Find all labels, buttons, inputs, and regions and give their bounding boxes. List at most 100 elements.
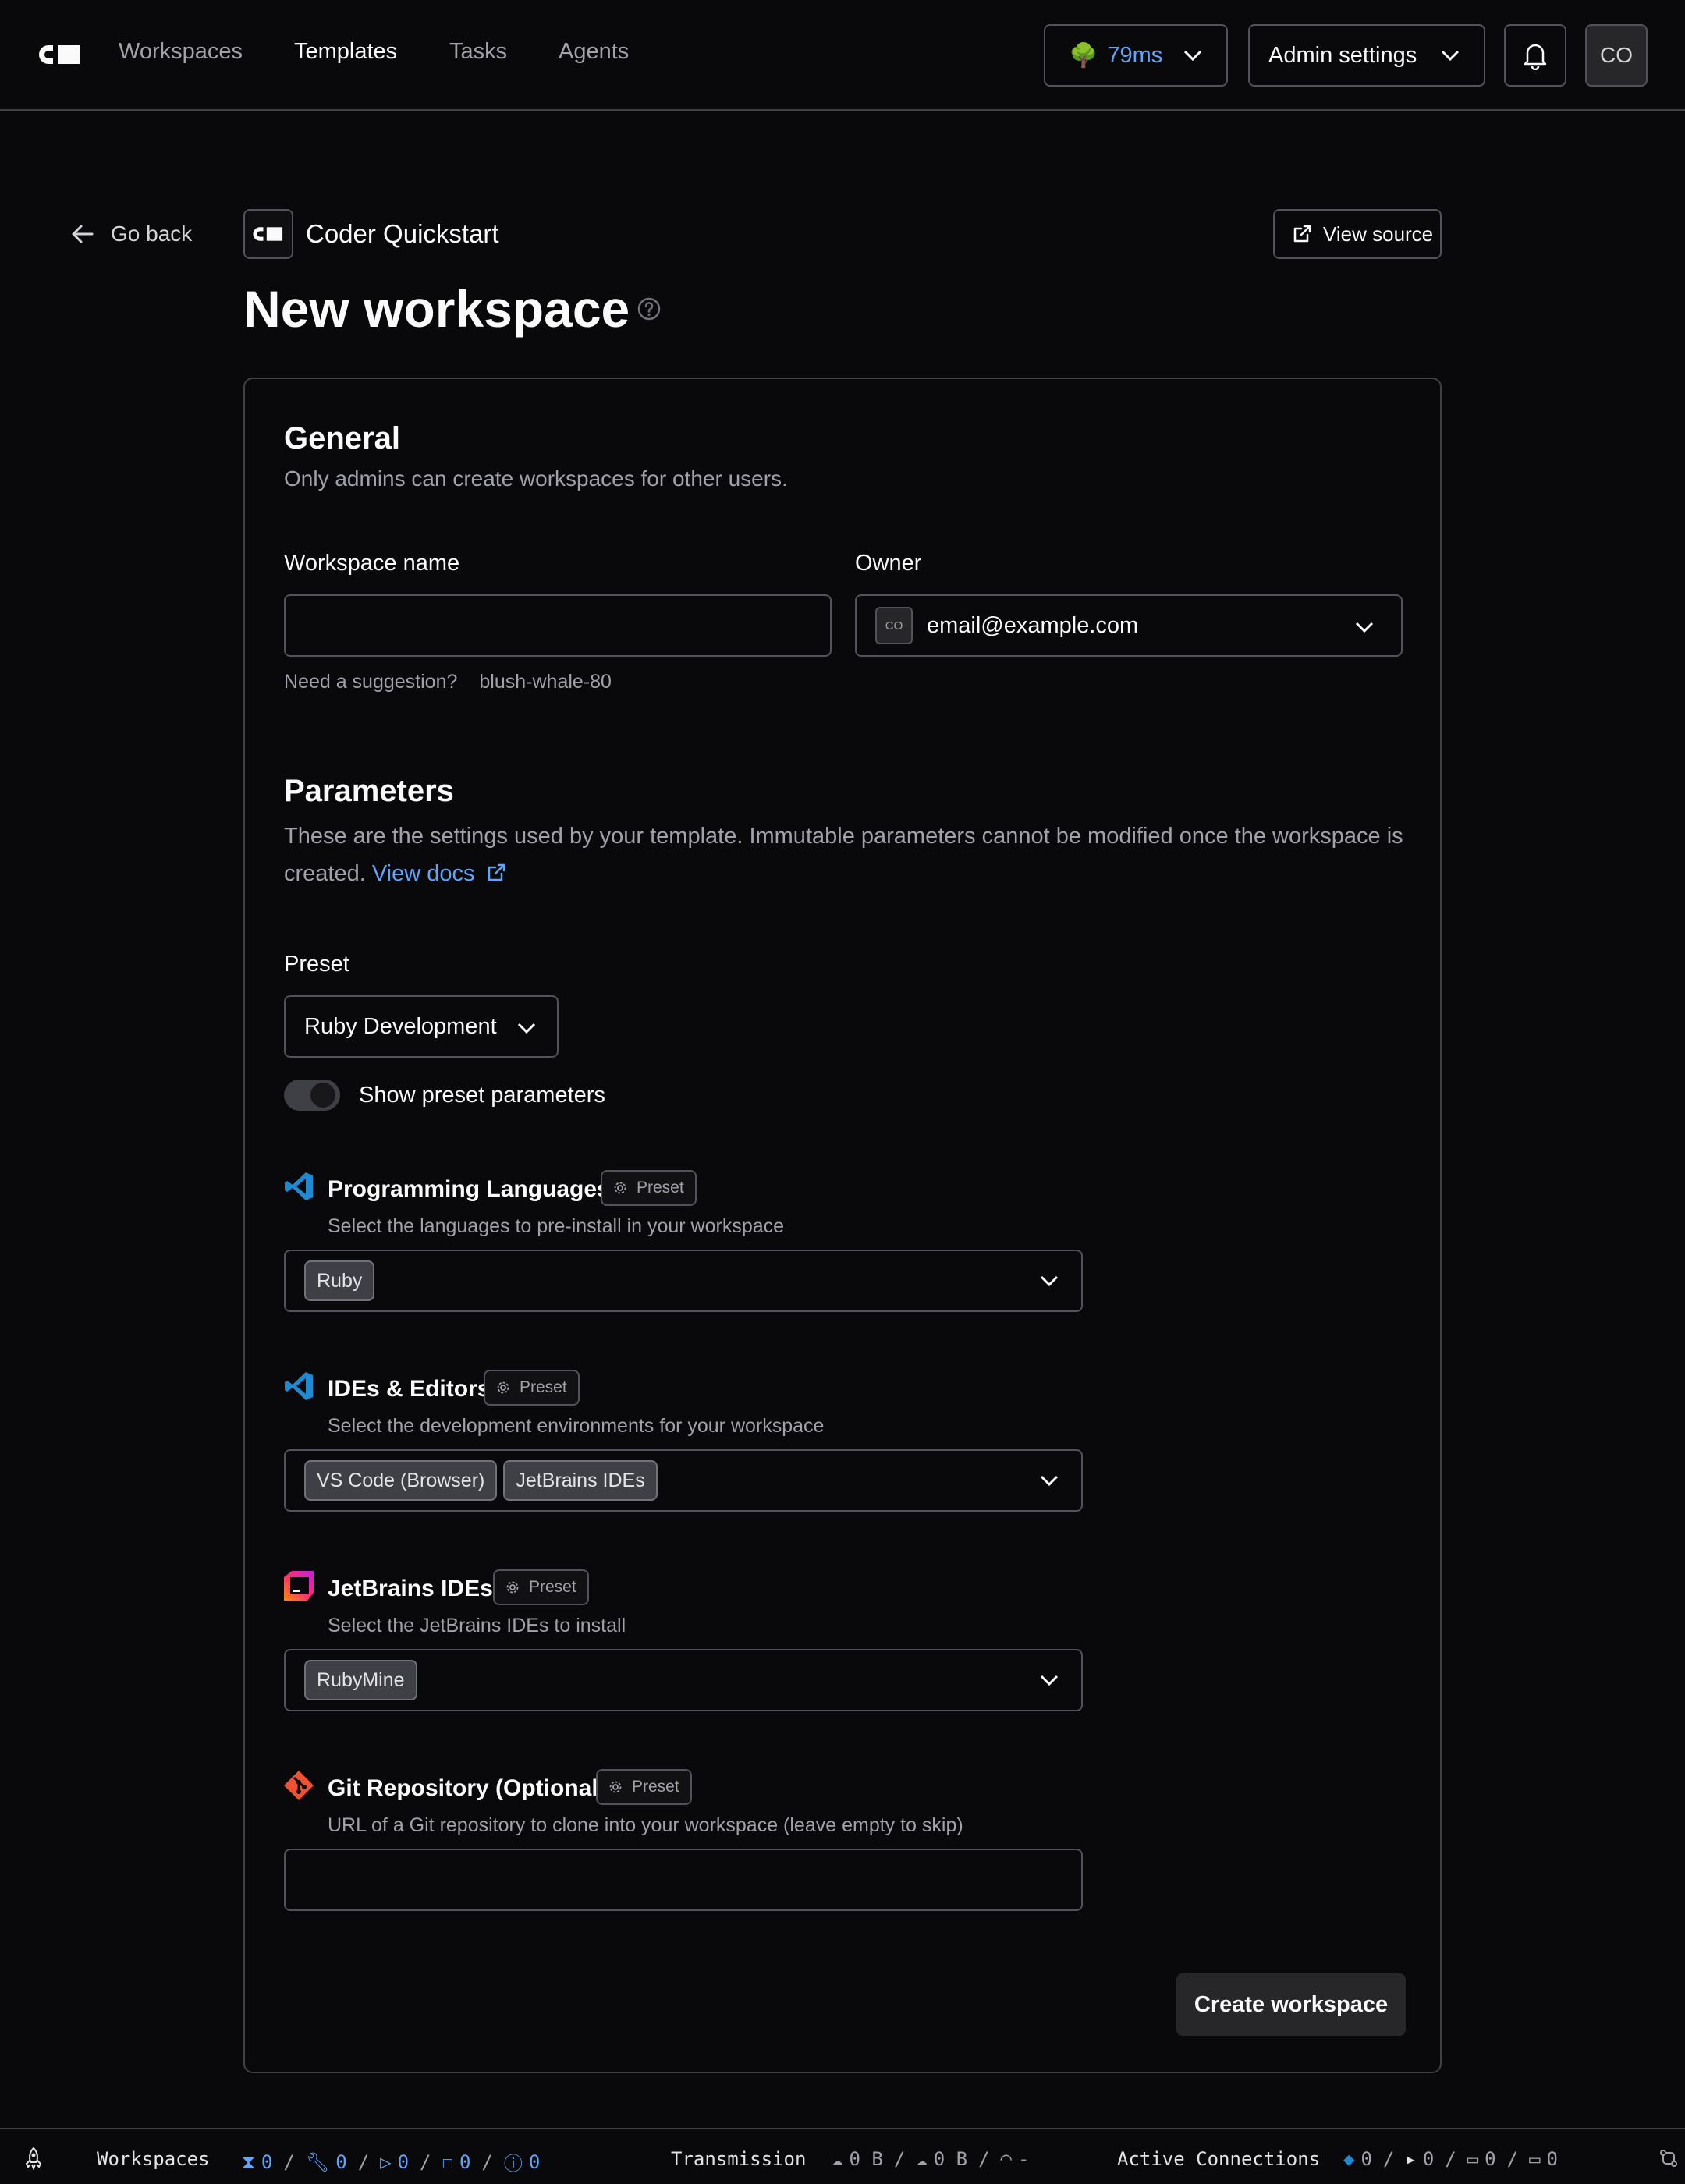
view-docs-label: View docs [371,861,475,886]
rocket-icon[interactable] [22,2147,45,2170]
chip-rubymine[interactable]: RubyMine [304,1660,417,1700]
chevron-down-icon [1040,1475,1059,1487]
preset-select[interactable]: Ruby Development [284,995,559,1058]
view-docs-link[interactable]: View docs [372,861,506,886]
gear-icon [506,1581,519,1594]
pending-count: 0 [261,2150,273,2173]
bell-icon [1524,44,1547,70]
git-compare-icon[interactable] [1658,2148,1679,2168]
nav-workspaces[interactable]: Workspaces [119,39,243,65]
parameters-heading: Parameters [284,774,454,808]
workspace-name-input[interactable] [284,594,832,657]
coder-logo[interactable] [37,42,83,67]
transmission-status: Transmission [671,2148,806,2170]
app-connections: 0 [1546,2148,1558,2170]
ides-editors-title: IDEs & Editors [328,1376,491,1402]
owner-label: Owner [855,551,922,576]
top-navbar: Workspaces Templates Tasks Agents 🌳 79ms… [0,0,1685,111]
preset-badge-label: Preset [520,1378,567,1396]
latency-status-value: - [1017,2148,1030,2170]
cloud-download-icon: ☁ [832,2148,843,2170]
upload-value: 0 B [933,2148,968,2170]
chevron-down-icon [1441,50,1460,62]
terminal-icon: ▭ [1467,2148,1479,2170]
arrow-left-icon [72,225,94,243]
cloud-upload-icon: ☁ [916,2148,928,2170]
chevron-down-icon [1183,50,1202,62]
suggestion-label: Need a suggestion? [284,671,458,693]
workspaces-status-label: Workspaces [97,2148,210,2170]
external-link-icon [488,863,505,881]
show-preset-parameters-toggle[interactable] [284,1080,340,1111]
go-back-link[interactable]: Go back [70,222,192,246]
nav-tasks[interactable]: Tasks [449,39,507,65]
ides-editors-description: Select the development environments for … [328,1415,825,1437]
jetbrains-icon [284,1571,314,1601]
region-icon: 🌳 [1069,42,1098,69]
programming-languages-description: Select the languages to pre-install in y… [328,1215,785,1237]
wrench-icon: 🔧︎ [305,2150,330,2173]
admin-settings-button[interactable]: Admin settings [1248,24,1485,87]
preset-badge: Preset [596,1769,692,1805]
view-source-label: View source [1323,222,1434,246]
suggested-name[interactable]: blush-whale-80 [479,671,612,693]
jetbrains-ides-select[interactable]: RubyMine [284,1649,1083,1711]
nav-agents[interactable]: Agents [559,39,629,65]
workspace-counts: ⧗ 0/ 🔧︎ 0/ ▷ 0/ ☐ 0/ ⓘ 0 [242,2148,540,2175]
vscode-icon [285,1372,313,1400]
admin-settings-label: Admin settings [1268,42,1417,68]
chip-ruby[interactable]: Ruby [304,1260,375,1301]
chevron-down-icon [1040,1675,1059,1686]
latency-value: 79ms [1107,42,1163,68]
create-workspace-form: General Only admins can create workspace… [243,378,1442,2073]
chip-vscode-browser[interactable]: VS Code (Browser) [304,1460,498,1501]
preset-badge: Preset [601,1170,697,1206]
programming-languages-select[interactable]: Ruby [284,1250,1083,1312]
user-avatar-button[interactable]: CO [1585,24,1648,87]
gear-icon [609,1781,622,1793]
preset-badge-label: Preset [632,1778,679,1796]
gauge-icon: ◠ [1000,2148,1012,2170]
jetbrains-ides-description: Select the JetBrains IDEs to install [328,1615,626,1636]
preset-badge: Preset [493,1569,589,1605]
go-back-label: Go back [111,222,193,246]
gear-icon [614,1182,626,1194]
jetbrains-ides-title: JetBrains IDEs [328,1576,493,1601]
browser-icon: ▭ [1529,2148,1541,2170]
nav-templates[interactable]: Templates [294,39,397,65]
chevron-down-icon [1355,622,1374,633]
ides-editors-select[interactable]: VS Code (Browser) JetBrains IDEs [284,1449,1083,1512]
stopped-count: 0 [459,2150,471,2173]
vscode-status-icon: ◆ [1343,2148,1355,2170]
active-connections-label: Active Connections [1117,2148,1321,2170]
notifications-button[interactable] [1504,24,1566,87]
owner-avatar: CO [875,607,913,644]
chevron-down-icon [1040,1275,1059,1287]
preset-label: Preset [284,952,349,977]
show-preset-parameters-label: Show preset parameters [359,1083,605,1108]
create-workspace-button[interactable]: Create workspace [1176,1973,1406,2036]
latency-button[interactable]: 🌳 79ms [1044,24,1228,87]
help-icon[interactable] [637,296,662,321]
owner-select[interactable]: CO email@example.com [855,594,1403,657]
running-count: 0 [397,2150,410,2173]
workspaces-status[interactable]: Workspaces [97,2148,210,2170]
chevron-down-icon [517,1023,536,1034]
general-description: Only admins can create workspaces for ot… [284,466,788,491]
transmission-label: Transmission [671,2148,807,2170]
name-suggestion-row: Need a suggestion? blush-whale-80 [284,671,612,693]
external-link-icon [1293,225,1311,243]
view-source-button[interactable]: View source [1273,209,1442,259]
preset-value: Ruby Development [304,1013,497,1039]
git-repository-input[interactable] [284,1849,1083,1911]
hourglass-icon: ⧗ [242,2150,255,2173]
connection-counts: ◆ 0/ ▸ 0/ ▭ 0/ ▭ 0 [1343,2148,1558,2170]
programming-languages-title: Programming Languages [328,1176,610,1202]
chip-jetbrains-ides[interactable]: JetBrains IDEs [503,1460,658,1501]
workspace-name-label: Workspace name [284,551,460,576]
vscode-connections: 0 [1360,2148,1372,2170]
preset-badge: Preset [484,1370,580,1406]
play-icon: ▷ [380,2150,392,2173]
active-connections-status: Active Connections [1117,2148,1320,2170]
git-icon [284,1771,314,1800]
